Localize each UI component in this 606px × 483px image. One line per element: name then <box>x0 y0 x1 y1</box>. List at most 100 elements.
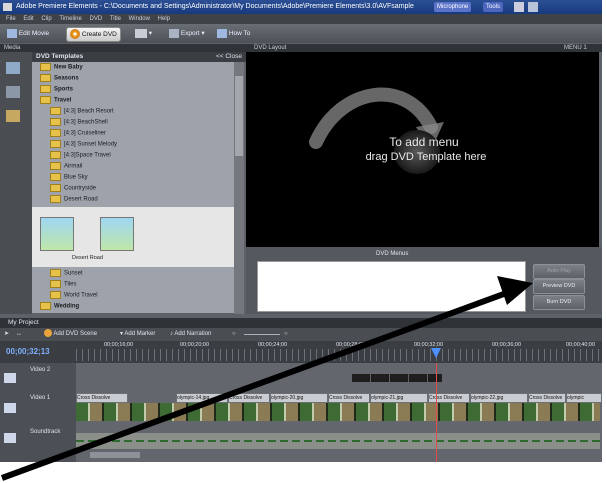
tree-label: Travel <box>54 97 72 104</box>
menu-marker-strip[interactable] <box>352 374 442 382</box>
add-narration-button[interactable]: ♪ Add Narration <box>170 328 211 341</box>
speaker-icon <box>4 433 16 443</box>
ruler-tick-label: 00;00;36;00 <box>492 342 522 348</box>
playhead-handle[interactable] <box>431 348 441 358</box>
add-marker-button[interactable]: ▾ Add Marker <box>120 328 155 341</box>
project-toolbar: ➤ ↔ Add DVD Scene ▾ Add Marker ♪ Add Nar… <box>0 328 602 341</box>
disc-icon <box>70 29 80 40</box>
ruler-ticks <box>76 349 602 361</box>
menu-file[interactable]: File <box>6 16 16 22</box>
folder-icon <box>50 173 61 181</box>
tree-item[interactable]: Countryside <box>50 184 234 193</box>
timeline-scrollbar[interactable] <box>90 452 140 458</box>
timeline-clip[interactable]: Cross Dissolve <box>328 393 370 403</box>
time-stretch-icon[interactable]: ↔ <box>16 328 22 341</box>
timeline-clip[interactable]: olympic <box>566 393 602 403</box>
auto-play-button[interactable]: Auto-Play <box>533 264 585 279</box>
window-control-icon[interactable] <box>514 2 524 12</box>
tree-label: Countryside <box>64 185 97 192</box>
tree-folder-sports[interactable]: Sports <box>40 85 234 94</box>
template-thumbnail[interactable] <box>100 217 134 251</box>
folder-icon <box>50 151 61 159</box>
menu-dvd[interactable]: DVD <box>90 16 103 22</box>
ruler-tick-label: 00;00;40;00 <box>566 342 596 348</box>
video-clip-thumbnails[interactable] <box>76 403 600 421</box>
tree-item-selected[interactable]: Desert Road <box>50 195 234 204</box>
tree-item[interactable]: Airmail <box>50 162 234 171</box>
template-tree-bottom: Sunset Tiles World Travel Wedding <box>32 267 234 313</box>
timeline-clip[interactable]: olympic-22.jpg <box>470 393 528 403</box>
zoom-in-icon[interactable]: ○ <box>284 328 288 341</box>
timeline-clip[interactable]: Cross Dissolve <box>228 393 270 403</box>
tree-item[interactable]: [4:3] BeachShell <box>50 118 234 127</box>
soundtrack-lane[interactable] <box>76 433 600 449</box>
dvd-templates-title: DVD Templates <box>36 53 84 60</box>
share-button[interactable]: ▾ <box>132 27 155 40</box>
menu-edit[interactable]: Edit <box>23 16 33 22</box>
tree-folder-travel[interactable]: Travel <box>40 96 234 105</box>
how-to-button[interactable]: How To <box>214 27 253 40</box>
timeline-clip[interactable]: olympic-14.jpg <box>176 393 228 403</box>
ruler-tick-label: 00;00;24;00 <box>258 342 288 348</box>
menu-window[interactable]: Window <box>129 16 150 22</box>
create-dvd-button[interactable]: Create DVD <box>66 27 121 42</box>
timeline-tracks: Video 2 Video 1 Cross Dissolve olympic-1… <box>0 363 602 462</box>
tree-item[interactable]: [4:3] Cruiseliner <box>50 129 234 138</box>
title-bar: Adobe Premiere Elements - C:\Documents a… <box>0 0 602 14</box>
timeline-clip[interactable]: Cross Dissolve <box>428 393 470 403</box>
zoom-slider[interactable] <box>244 334 280 335</box>
add-dvd-scene-button[interactable]: Add DVD Scene <box>44 328 97 341</box>
menu-timeline[interactable]: Timeline <box>59 16 81 22</box>
timeline-ruler[interactable]: 00;00;32;13 00;00;16;00 00;00;20;00 00;0… <box>0 341 602 363</box>
menu-title[interactable]: Title <box>110 16 121 22</box>
template-thumbnail[interactable] <box>40 217 74 251</box>
dvd-layout-stage[interactable]: To add menu drag DVD Template here <box>246 52 599 247</box>
timeline-clip[interactable]: Cross Dissolve <box>76 393 128 403</box>
tree-label: Seasons <box>54 75 79 82</box>
template-scrollbar[interactable] <box>234 62 244 314</box>
zoom-out-icon[interactable]: ○ <box>232 328 236 341</box>
tree-label: Sunset <box>64 270 83 277</box>
tree-label: [4:3] Beach Resort <box>64 108 114 115</box>
window-title: Adobe Premiere Elements - C:\Documents a… <box>16 3 414 10</box>
edit-movie-label: Edit Movie <box>18 30 50 37</box>
close-templates-button[interactable]: << Close <box>216 52 242 62</box>
themes-icon[interactable] <box>6 110 20 122</box>
dvd-menus-list[interactable] <box>257 261 526 312</box>
window-control-icon[interactable] <box>528 2 538 12</box>
folder-icon <box>40 302 51 310</box>
microphone-button[interactable]: Microphone <box>434 2 472 12</box>
menu-clip[interactable]: Clip <box>41 16 51 22</box>
current-timecode[interactable]: 00;00;32;13 <box>6 347 50 356</box>
effects-icon[interactable] <box>6 86 20 98</box>
burn-dvd-button[interactable]: Burn DVD <box>533 295 585 310</box>
tree-item[interactable]: [4:3] Sunset Melody <box>50 140 234 149</box>
tree-item[interactable]: Blue Sky <box>50 173 234 182</box>
preview-dvd-button[interactable]: Preview DVD <box>533 279 585 294</box>
tree-item[interactable]: [4:3]Space Travel <box>50 151 234 160</box>
timeline-clip[interactable]: Cross Dissolve <box>528 393 566 403</box>
tree-item[interactable]: World Travel <box>50 291 234 300</box>
tree-item[interactable]: Sunset <box>50 269 234 278</box>
template-tree: New Baby Seasons Sports Travel [4:3] Bea… <box>32 62 234 207</box>
ruler-tick-label: 00;00;28;00 <box>336 342 366 348</box>
edit-movie-button[interactable]: Edit Movie <box>4 27 52 40</box>
timeline-clip[interactable]: olympic-21.jpg <box>370 393 428 403</box>
media-side-strip <box>0 52 32 314</box>
menu-help[interactable]: Help <box>158 16 170 22</box>
folder-icon <box>50 129 61 137</box>
tree-folder-seasons[interactable]: Seasons <box>40 74 234 83</box>
tree-item[interactable]: [4:3] Beach Resort <box>50 107 234 116</box>
export-button[interactable]: Export ▾ <box>166 27 208 40</box>
media-icon[interactable] <box>6 62 20 74</box>
scrollbar-thumb[interactable] <box>235 76 243 156</box>
tree-item[interactable]: Tiles <box>50 280 234 289</box>
tools-button[interactable]: Tools <box>483 2 504 12</box>
timeline-clip[interactable]: olympic-20.jpg <box>270 393 328 403</box>
tree-folder-new-baby[interactable]: New Baby <box>40 63 234 72</box>
select-tool-icon[interactable]: ➤ <box>4 328 9 341</box>
tree-label: [4:3] Cruiseliner <box>64 130 107 137</box>
tree-folder-wedding[interactable]: Wedding <box>40 302 234 311</box>
tree-label: Tiles <box>64 281 77 288</box>
folder-icon <box>50 118 61 126</box>
